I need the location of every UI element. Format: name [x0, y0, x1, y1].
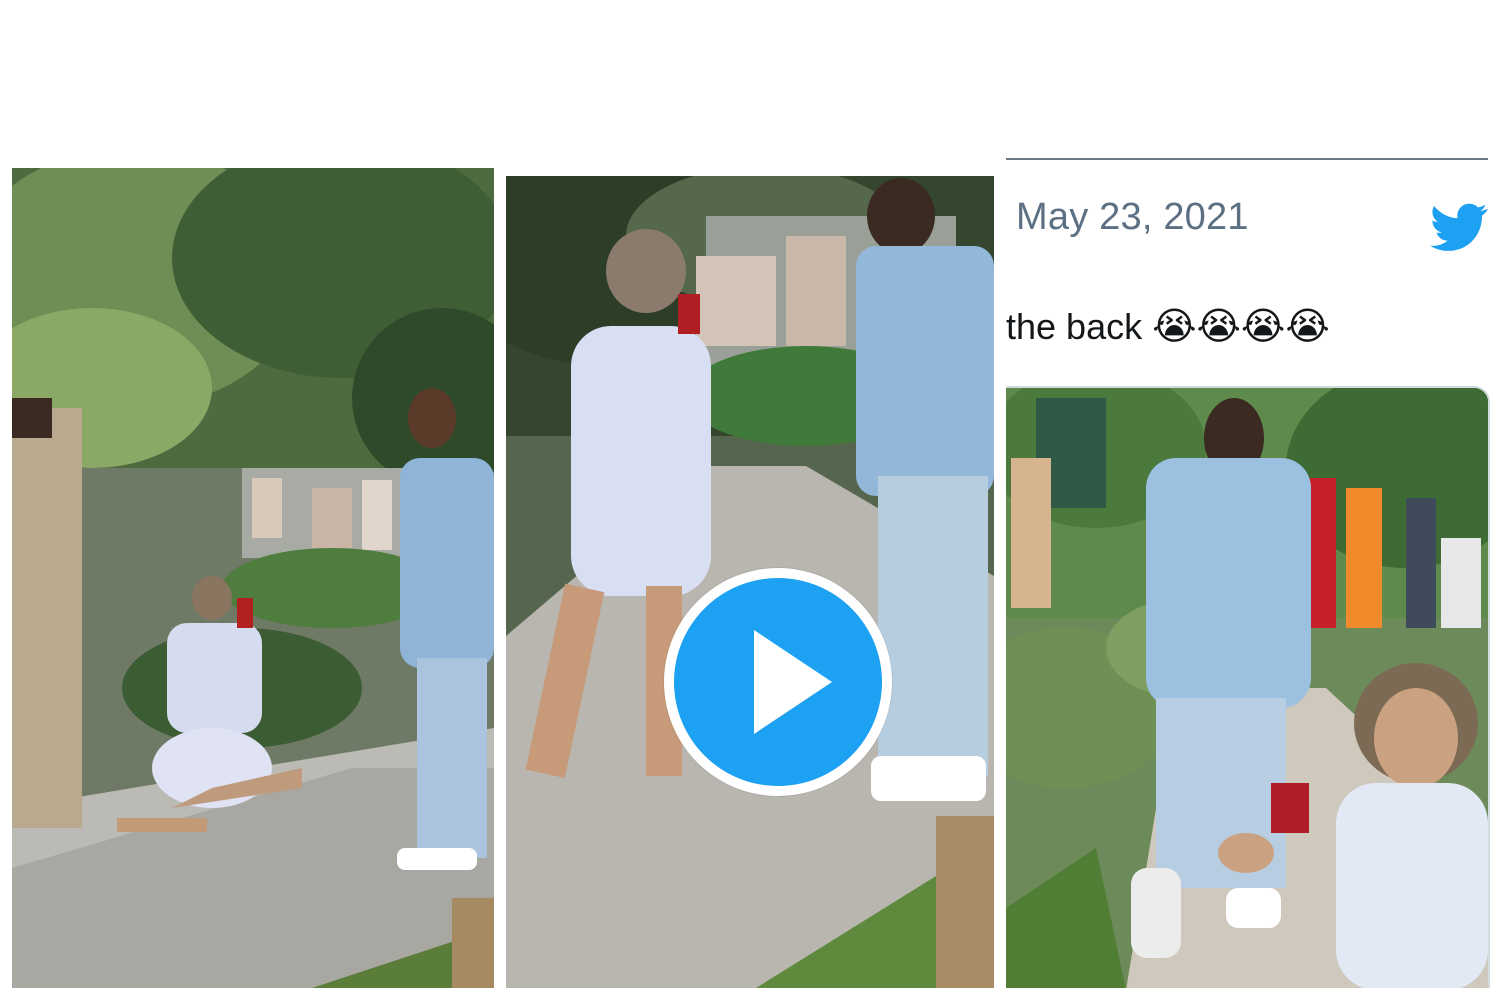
tweet-card[interactable]: May 23, 2021 the back 😭😭😭😭: [1006, 158, 1490, 988]
tweet-divider: [1006, 158, 1488, 160]
tweet-text-body: the back: [1006, 306, 1143, 347]
play-icon: [674, 578, 882, 786]
photo-panel-1[interactable]: [12, 168, 494, 988]
tweet-text: the back 😭😭😭😭: [1006, 304, 1330, 348]
crying-face-emojis: 😭😭😭😭: [1152, 304, 1330, 348]
tweet-media[interactable]: [1006, 386, 1490, 988]
tweet-date[interactable]: May 23, 2021: [1016, 196, 1249, 239]
video-panel-2[interactable]: [506, 176, 994, 988]
proposal-photo-3: [1006, 388, 1488, 988]
proposal-photo-1: [12, 168, 494, 988]
twitter-bird-icon[interactable]: [1430, 198, 1488, 256]
play-button[interactable]: [664, 568, 892, 796]
